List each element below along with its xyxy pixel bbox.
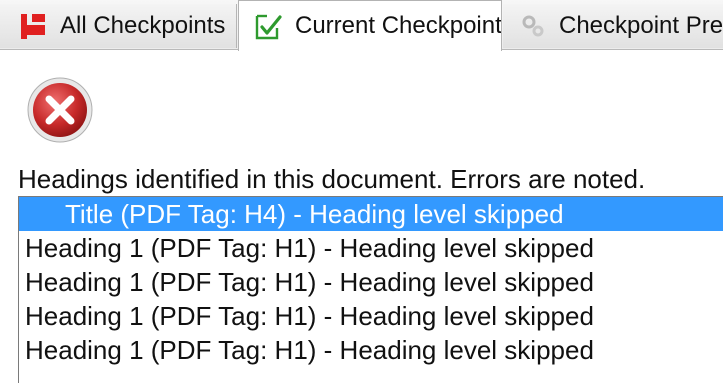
- checkmark-document-icon: [251, 10, 283, 42]
- tab-label: Current Checkpoint: [295, 12, 502, 39]
- tab-label: All Checkpoints: [60, 12, 226, 39]
- tab-all-checkpoints[interactable]: All Checkpoints: [0, 4, 237, 48]
- error-icon: [27, 77, 93, 143]
- red-flag-icon: [18, 11, 48, 41]
- tab-strip: All Checkpoints Current Checkpoint Check…: [0, 0, 723, 51]
- list-item[interactable]: Heading 1 (PDF Tag: H1) - Heading level …: [19, 299, 723, 333]
- list-item[interactable]: Heading 1 (PDF Tag: H1) - Heading level …: [19, 265, 723, 299]
- tab-current-checkpoint[interactable]: Current Checkpoint: [238, 0, 502, 51]
- list-item[interactable]: Heading 1 (PDF Tag: H1) - Heading level …: [19, 231, 723, 265]
- headings-listbox[interactable]: Title (PDF Tag: H4) - Heading level skip…: [18, 196, 723, 383]
- list-item[interactable]: Heading 1 (PDF Tag: H1) - Heading level …: [19, 333, 723, 367]
- tab-checkpoint-preferences[interactable]: Checkpoint Pre: [503, 4, 723, 48]
- tab-label: Checkpoint Pre: [559, 12, 723, 39]
- gear-icon: [519, 12, 547, 40]
- panel-description: Headings identified in this document. Er…: [18, 164, 646, 194]
- list-item[interactable]: Title (PDF Tag: H4) - Heading level skip…: [19, 197, 723, 231]
